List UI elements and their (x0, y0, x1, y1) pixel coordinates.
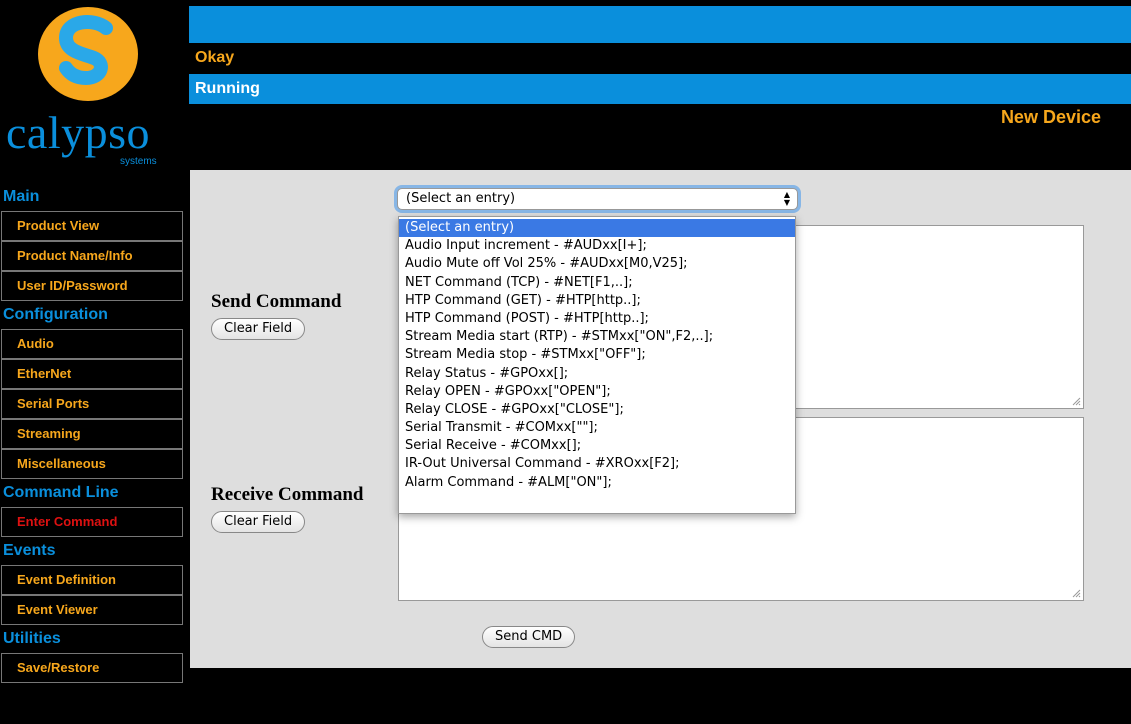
nav-section-main[interactable]: Main (0, 183, 184, 211)
dropdown-option[interactable]: HTP Command (POST) - #HTP[http..]; (399, 310, 795, 328)
dropdown-option[interactable]: NET Command (TCP) - #NET[F1,..]; (399, 274, 795, 292)
nav-item-ethernet[interactable]: EtherNet (1, 359, 183, 389)
send-command-label: Send Command (211, 291, 342, 312)
nav-item-enter-command[interactable]: Enter Command (1, 507, 183, 537)
select-updown-icon: ▲ ▼ (780, 191, 794, 207)
resize-grip-icon[interactable] (1071, 588, 1081, 598)
nav-item-streaming[interactable]: Streaming (1, 419, 183, 449)
calypso-logo: calypso systems (0, 0, 189, 176)
nav-item-product-view[interactable]: Product View (1, 211, 183, 241)
dropdown-option[interactable]: Relay Status - #GPOxx[]; (399, 365, 795, 383)
logo-subtitle: systems (120, 156, 157, 167)
dropdown-option[interactable]: Relay OPEN - #GPOxx["OPEN"]; (399, 383, 795, 401)
dropdown-option[interactable]: Alarm Command - #ALM["ON"]; (399, 474, 795, 492)
status-bar-okay: Okay (189, 44, 1131, 72)
nav-section-configuration[interactable]: Configuration (0, 301, 184, 329)
dropdown-option[interactable]: Serial Transmit - #COMxx[""]; (399, 419, 795, 437)
sidebar-nav: Main Product View Product Name/Info User… (0, 183, 184, 683)
clear-receive-button[interactable]: Clear Field (211, 511, 306, 533)
nav-section-command-line[interactable]: Command Line (0, 479, 184, 507)
dropdown-option[interactable]: HTP Command (GET) - #HTP[http..]; (399, 292, 795, 310)
dropdown-option[interactable]: Stream Media stop - #STMxx["OFF"]; (399, 346, 795, 364)
dropdown-option[interactable]: Relay CLOSE - #GPOxx["CLOSE"]; (399, 401, 795, 419)
command-select-value: (Select an entry) (406, 191, 516, 206)
send-cmd-button[interactable]: Send CMD (482, 626, 576, 648)
nav-item-audio[interactable]: Audio (1, 329, 183, 359)
dropdown-option[interactable]: Audio Mute off Vol 25% - #AUDxx[M0,V25]; (399, 255, 795, 273)
dropdown-option[interactable]: Audio Input increment - #AUDxx[I+]; (399, 237, 795, 255)
logo-wordmark: calypso (6, 107, 151, 158)
status-okay-text: Okay (195, 49, 235, 66)
dropdown-option[interactable]: IR-Out Universal Command - #XROxx[F2]; (399, 455, 795, 473)
dropdown-option[interactable]: (Select an entry) (399, 219, 795, 238)
nav-item-user-id-password[interactable]: User ID/Password (1, 271, 183, 301)
receive-command-label: Receive Command (211, 484, 364, 505)
nav-section-events[interactable]: Events (0, 537, 184, 565)
nav-item-serial-ports[interactable]: Serial Ports (1, 389, 183, 419)
command-dropdown-list[interactable]: (Select an entry) Audio Input increment … (398, 216, 796, 514)
device-name: New Device (1000, 107, 1101, 127)
status-running-text: Running (195, 80, 260, 97)
header-bar (189, 6, 1131, 43)
status-bar-running: Running (189, 74, 1131, 104)
dropdown-option[interactable]: Serial Receive - #COMxx[]; (399, 437, 795, 455)
nav-item-event-viewer[interactable]: Event Viewer (1, 595, 183, 625)
nav-item-event-definition[interactable]: Event Definition (1, 565, 183, 595)
command-select[interactable]: (Select an entry) ▲ ▼ (397, 188, 798, 210)
resize-grip-icon[interactable] (1071, 396, 1081, 406)
nav-item-miscellaneous[interactable]: Miscellaneous (1, 449, 183, 479)
clear-send-button[interactable]: Clear Field (211, 318, 306, 340)
dropdown-option[interactable]: Stream Media start (RTP) - #STMxx["ON",F… (399, 328, 795, 346)
calypso-s-icon (38, 7, 138, 101)
nav-item-product-name-info[interactable]: Product Name/Info (1, 241, 183, 271)
nav-item-save-restore[interactable]: Save/Restore (1, 653, 183, 683)
nav-section-utilities[interactable]: Utilities (0, 625, 184, 653)
